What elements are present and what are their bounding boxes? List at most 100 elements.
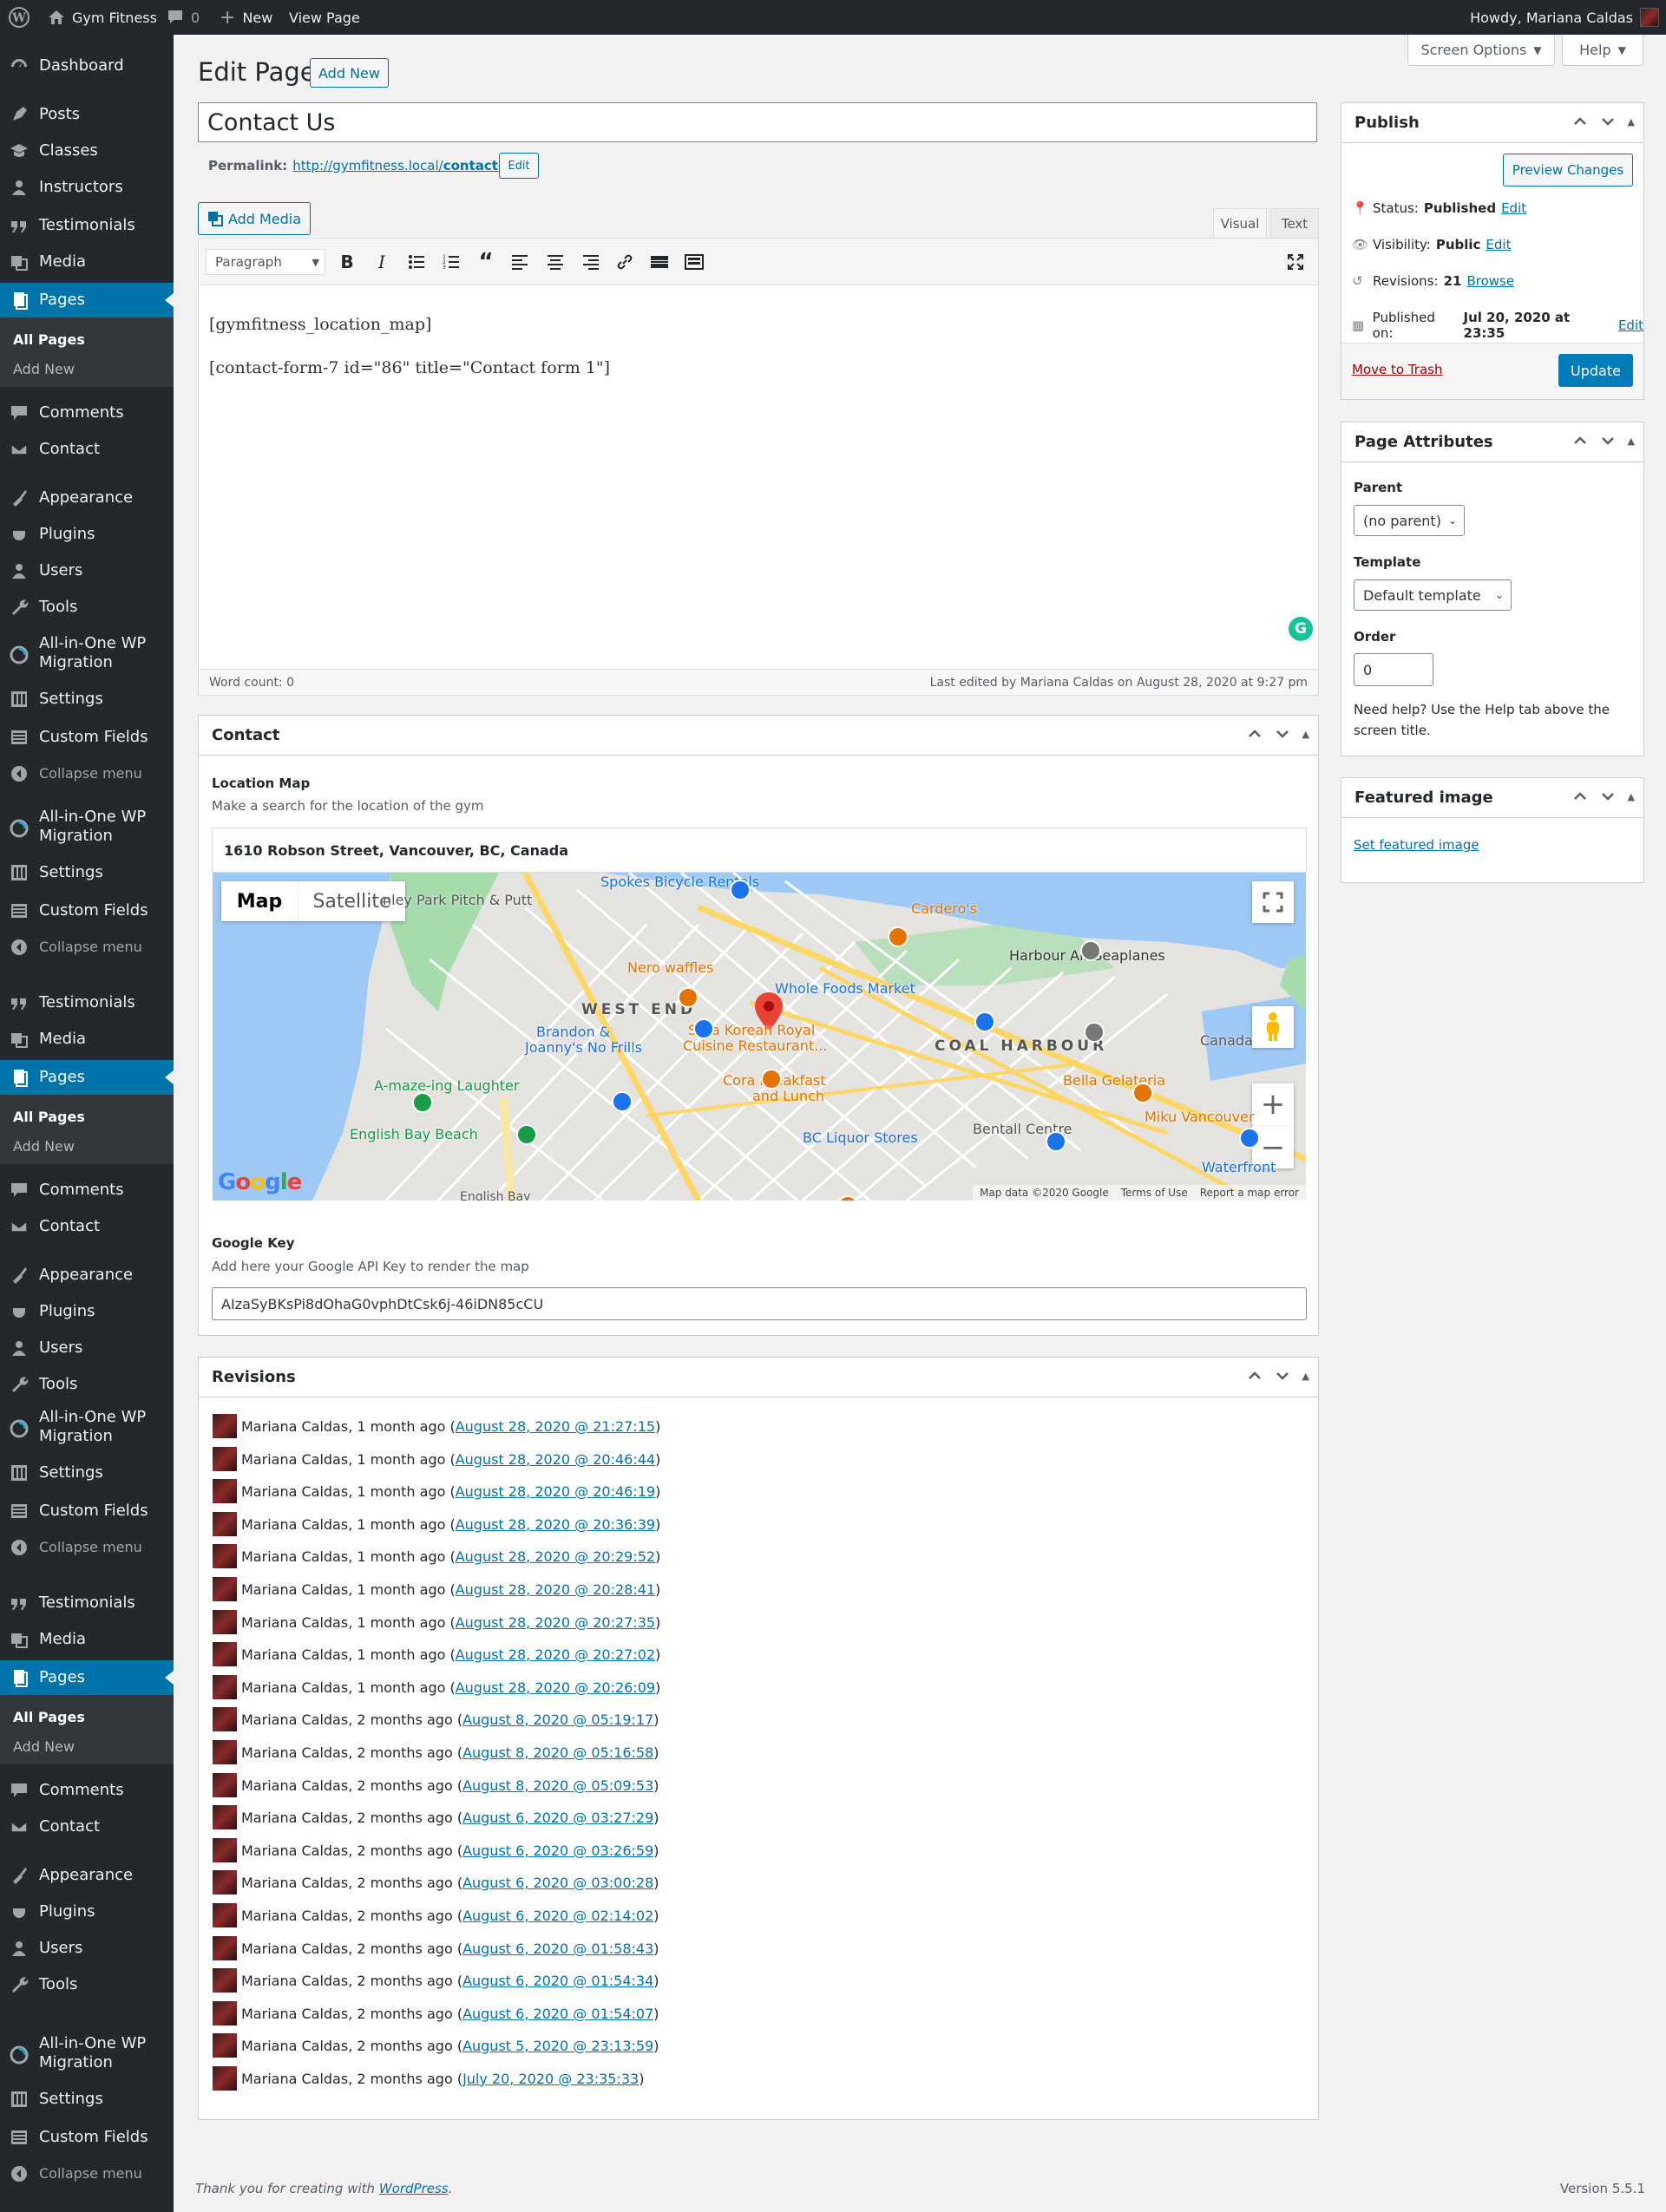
sidebar-item-contact[interactable]: Contact xyxy=(0,1810,174,1844)
revision-date-link[interactable]: August 6, 2020 @ 03:00:28 xyxy=(462,1875,653,1891)
sidebar-item-comments[interactable]: Comments xyxy=(0,1773,174,1808)
submenu-all-pages[interactable]: All Pages xyxy=(13,1709,85,1725)
map-tab[interactable]: Map xyxy=(221,881,298,921)
poi-marker-icon[interactable] xyxy=(1084,1022,1105,1043)
read-more-button[interactable] xyxy=(647,250,672,274)
zoom-in-button[interactable]: + xyxy=(1252,1083,1294,1126)
sidebar-item-dashboard[interactable]: Dashboard xyxy=(0,49,174,83)
new-content-link[interactable]: + New xyxy=(220,0,272,35)
sidebar-item-plugins[interactable]: Plugins xyxy=(0,1895,174,1929)
sidebar-item-migration[interactable]: All-in-One WP Migration xyxy=(0,2034,174,2075)
revision-date-link[interactable]: August 6, 2020 @ 02:14:02 xyxy=(462,1908,653,1924)
blockquote-button[interactable]: “ xyxy=(474,249,498,275)
sidebar-item-appearance[interactable]: Appearance xyxy=(0,481,174,515)
italic-button[interactable]: I xyxy=(370,250,394,274)
insert-link-button[interactable] xyxy=(613,250,637,274)
revision-date-link[interactable]: August 28, 2020 @ 20:26:09 xyxy=(456,1679,655,1696)
sidebar-item-migration[interactable]: All-in-One WP Migration xyxy=(0,634,174,675)
align-center-button[interactable] xyxy=(543,250,567,274)
google-key-input[interactable]: AIzaSyBKsPi8dOhaG0vphDtCsk6j-46iDN85cCU xyxy=(212,1287,1307,1320)
wordpress-logo-icon[interactable]: W xyxy=(9,0,30,35)
map-fullscreen-button[interactable] xyxy=(1252,881,1294,923)
submenu-add-new[interactable]: Add New xyxy=(13,1738,75,1755)
sidebar-item-media[interactable]: Media xyxy=(0,1022,174,1057)
sidebar-item-collapse[interactable]: Collapse menu xyxy=(0,930,174,965)
permalink-url[interactable]: http://gymfitness.local/contact-us/ xyxy=(292,158,525,173)
sidebar-item-custom-fields[interactable]: Custom Fields xyxy=(0,1494,174,1528)
poi-marker-icon[interactable] xyxy=(612,1091,633,1112)
revision-date-link[interactable]: August 28, 2020 @ 20:29:52 xyxy=(456,1548,655,1565)
revision-date-link[interactable]: August 6, 2020 @ 01:54:34 xyxy=(462,1973,653,1989)
revision-date-link[interactable]: August 28, 2020 @ 20:27:35 xyxy=(456,1614,655,1631)
revision-date-link[interactable]: August 8, 2020 @ 05:09:53 xyxy=(462,1777,653,1794)
revision-date-link[interactable]: August 8, 2020 @ 05:16:58 xyxy=(462,1744,653,1761)
align-right-button[interactable] xyxy=(578,250,602,274)
sidebar-item-comments[interactable]: Comments xyxy=(0,1173,174,1207)
chevron-down-icon[interactable] xyxy=(1275,726,1290,742)
add-media-button[interactable]: Add Media xyxy=(198,202,311,235)
sidebar-item-custom-fields[interactable]: Custom Fields xyxy=(0,2120,174,2155)
update-button[interactable]: Update xyxy=(1558,354,1633,387)
revision-date-link[interactable]: August 6, 2020 @ 03:27:29 xyxy=(462,1810,653,1826)
sidebar-item-collapse[interactable]: Collapse menu xyxy=(0,2156,174,2191)
avatar[interactable] xyxy=(1640,0,1659,35)
sidebar-item-contact[interactable]: Contact xyxy=(0,432,174,467)
preview-changes-button[interactable]: Preview Changes xyxy=(1503,154,1633,187)
help-button[interactable]: Help ▼ xyxy=(1562,35,1643,66)
map-place-label[interactable]: English Bay xyxy=(460,1190,530,1201)
screen-options-button[interactable]: Screen Options ▼ xyxy=(1407,35,1555,66)
view-page-link[interactable]: View Page xyxy=(289,0,360,35)
poi-marker-icon[interactable] xyxy=(761,1069,782,1090)
submenu-all-pages[interactable]: All Pages xyxy=(13,1109,85,1125)
sidebar-item-contact[interactable]: Contact xyxy=(0,1209,174,1244)
map-place-label[interactable]: and Lunch xyxy=(752,1088,824,1104)
report-map-error-link[interactable]: Report a map error xyxy=(1200,1187,1299,1199)
edit-date-link[interactable]: Edit xyxy=(1618,317,1643,333)
map-place-label[interactable]: Brandon & xyxy=(536,1024,610,1040)
map-place-label[interactable]: Cardero's xyxy=(911,900,977,917)
sidebar-item-plugins[interactable]: Plugins xyxy=(0,517,174,552)
map-place-label[interactable]: English Bay Beach xyxy=(350,1126,478,1142)
sidebar-item-testimonials[interactable]: Testimonials xyxy=(0,985,174,1020)
sidebar-item-users[interactable]: Users xyxy=(0,1331,174,1365)
sidebar-item-appearance[interactable]: Appearance xyxy=(0,1858,174,1893)
revision-date-link[interactable]: August 28, 2020 @ 20:28:41 xyxy=(456,1581,655,1598)
map-place-label[interactable]: nley Park Pitch & Putt xyxy=(383,892,532,908)
submenu-add-new[interactable]: Add New xyxy=(13,1138,75,1155)
poi-marker-icon[interactable] xyxy=(678,987,699,1008)
map-place-label[interactable]: COAL HARBOUR xyxy=(935,1037,1107,1055)
grammarly-icon[interactable]: G xyxy=(1289,617,1313,641)
content-line-1[interactable]: [gymfitness_location_map] xyxy=(209,315,431,334)
sidebar-item-migration[interactable]: All-in-One WP Migration xyxy=(0,808,174,848)
numbered-list-button[interactable]: 123 xyxy=(439,250,463,274)
revision-date-link[interactable]: August 6, 2020 @ 03:26:59 xyxy=(462,1842,653,1859)
triangle-up-icon[interactable]: ▲ xyxy=(1302,1371,1309,1382)
sidebar-item-users[interactable]: Users xyxy=(0,553,174,588)
my-account-link[interactable]: Howdy, Mariana Caldas xyxy=(1470,0,1633,35)
revision-date-link[interactable]: August 8, 2020 @ 05:19:17 xyxy=(462,1711,653,1728)
sidebar-item-users[interactable]: Users xyxy=(0,1931,174,1966)
parent-select[interactable]: (no parent) ⌄ xyxy=(1354,505,1465,536)
sidebar-item-testimonials[interactable]: Testimonials xyxy=(0,1586,174,1620)
revision-date-link[interactable]: August 28, 2020 @ 20:46:44 xyxy=(456,1451,655,1468)
triangle-up-icon[interactable]: ▲ xyxy=(1302,729,1309,740)
triangle-up-icon[interactable]: ▲ xyxy=(1628,435,1635,447)
sidebar-item-pages[interactable]: Pages xyxy=(0,283,174,317)
chevron-down-icon[interactable] xyxy=(1600,789,1616,804)
chevron-up-icon[interactable] xyxy=(1572,433,1588,448)
add-new-button[interactable]: Add New xyxy=(310,58,389,88)
chevron-down-icon[interactable] xyxy=(1600,114,1616,129)
sidebar-item-instructors[interactable]: Instructors xyxy=(0,170,174,205)
revision-date-link[interactable]: August 5, 2020 @ 23:13:59 xyxy=(462,2038,653,2054)
revision-date-link[interactable]: August 28, 2020 @ 20:46:19 xyxy=(456,1483,655,1500)
align-left-button[interactable] xyxy=(508,250,533,274)
sidebar-item-collapse[interactable]: Collapse menu xyxy=(0,1530,174,1565)
tab-text[interactable]: Text xyxy=(1270,208,1319,238)
title-input[interactable]: Contact Us xyxy=(198,102,1317,142)
sidebar-item-testimonials[interactable]: Testimonials xyxy=(0,208,174,243)
revision-date-link[interactable]: August 28, 2020 @ 20:36:39 xyxy=(456,1516,655,1533)
order-input[interactable]: 0 xyxy=(1354,653,1433,686)
sidebar-item-pages[interactable]: Pages xyxy=(0,1660,174,1695)
content-line-2[interactable]: [contact-form-7 id="86" title="Contact f… xyxy=(209,358,610,377)
tab-visual[interactable]: Visual xyxy=(1213,208,1267,238)
